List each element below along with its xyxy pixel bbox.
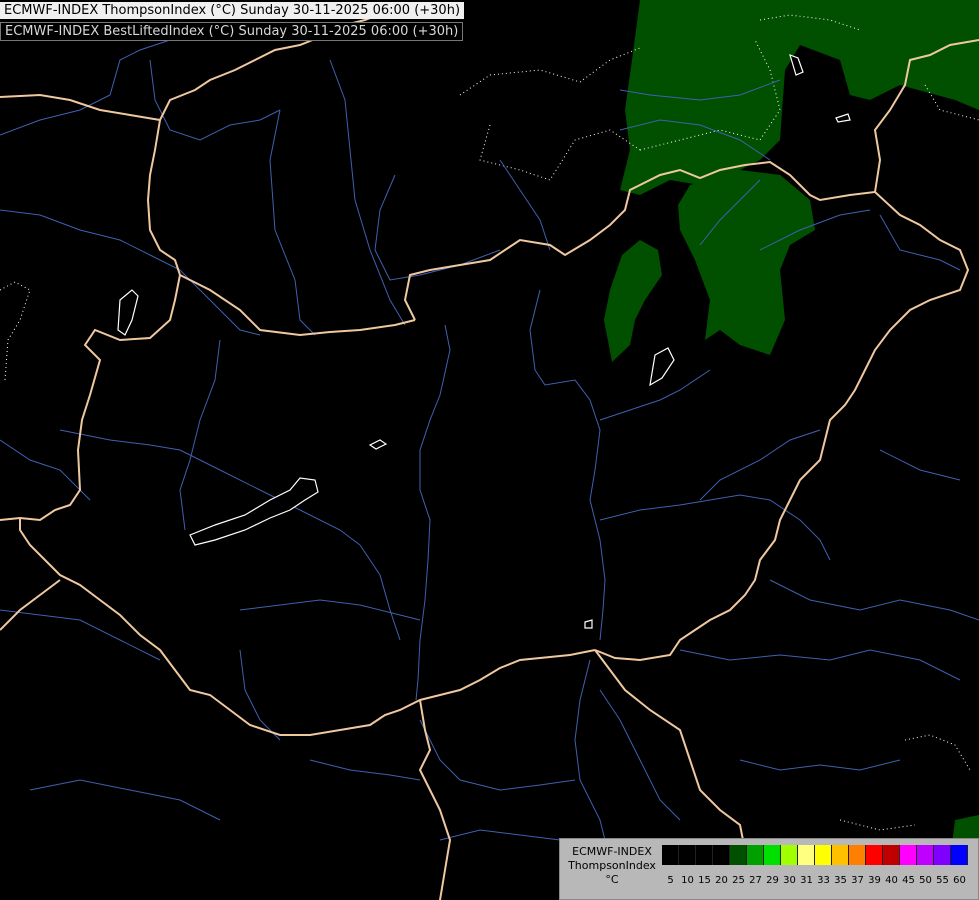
map-title-secondary: ECMWF-INDEX BestLiftedIndex (°C) Sunday … — [0, 22, 464, 41]
color-legend: ECMWF-INDEX ThompsonIndex °C 5 10 15 20 25 27… — [559, 838, 979, 900]
legend-swatch — [815, 845, 832, 865]
legend-tick-label: 27 — [749, 875, 762, 886]
lake-small-6 — [584, 619, 593, 629]
legend-swatch — [849, 845, 866, 865]
legend-swatch — [900, 845, 917, 865]
legend-swatch — [866, 845, 883, 865]
legend-tick-label: 60 — [953, 875, 966, 886]
legend-unit: °C — [605, 873, 619, 886]
legend-tick-label: 35 — [834, 875, 847, 886]
legend-tick-label: 37 — [851, 875, 864, 886]
legend-swatch — [832, 845, 849, 865]
legend-tick-label: 25 — [732, 875, 745, 886]
legend-swatch — [951, 845, 968, 865]
legend-model: ECMWF-INDEX — [572, 845, 652, 858]
legend-swatch — [662, 845, 679, 865]
legend-swatch — [730, 845, 747, 865]
legend-swatch — [798, 845, 815, 865]
legend-tick-label: 39 — [868, 875, 881, 886]
legend-title: ECMWF-INDEX ThompsonIndex °C — [564, 845, 660, 887]
map-background — [0, 0, 979, 900]
legend-swatch — [917, 845, 934, 865]
weather-map — [0, 0, 979, 900]
legend-tick-label: 33 — [817, 875, 830, 886]
legend-tick-label: 15 — [698, 875, 711, 886]
legend-tick-label: 55 — [936, 875, 949, 886]
legend-swatch — [883, 845, 900, 865]
legend-tick-label: 10 — [681, 875, 694, 886]
legend-tick-label: 45 — [902, 875, 915, 886]
legend-swatch — [696, 845, 713, 865]
legend-ticks: 5 10 15 20 25 27 29 30 31 33 35 37 39 40 45 50 55 60 — [662, 875, 968, 886]
legend-swatches — [662, 845, 968, 865]
legend-tick-label: 30 — [783, 875, 796, 886]
legend-tick-label: 5 — [667, 875, 674, 886]
legend-tick-label: 40 — [885, 875, 898, 886]
legend-swatch — [713, 845, 730, 865]
legend-swatch — [934, 845, 951, 865]
legend-swatch — [781, 845, 798, 865]
legend-swatch — [764, 845, 781, 865]
legend-swatch — [679, 845, 696, 865]
legend-tick-label: 31 — [800, 875, 813, 886]
map-title-primary: ECMWF-INDEX ThompsonIndex (°C) Sunday 30… — [0, 2, 465, 19]
legend-swatch — [747, 845, 764, 865]
legend-tick-label: 20 — [715, 875, 728, 886]
legend-index: ThompsonIndex — [568, 859, 656, 872]
legend-tick-label: 29 — [766, 875, 779, 886]
legend-tick-label: 50 — [919, 875, 932, 886]
